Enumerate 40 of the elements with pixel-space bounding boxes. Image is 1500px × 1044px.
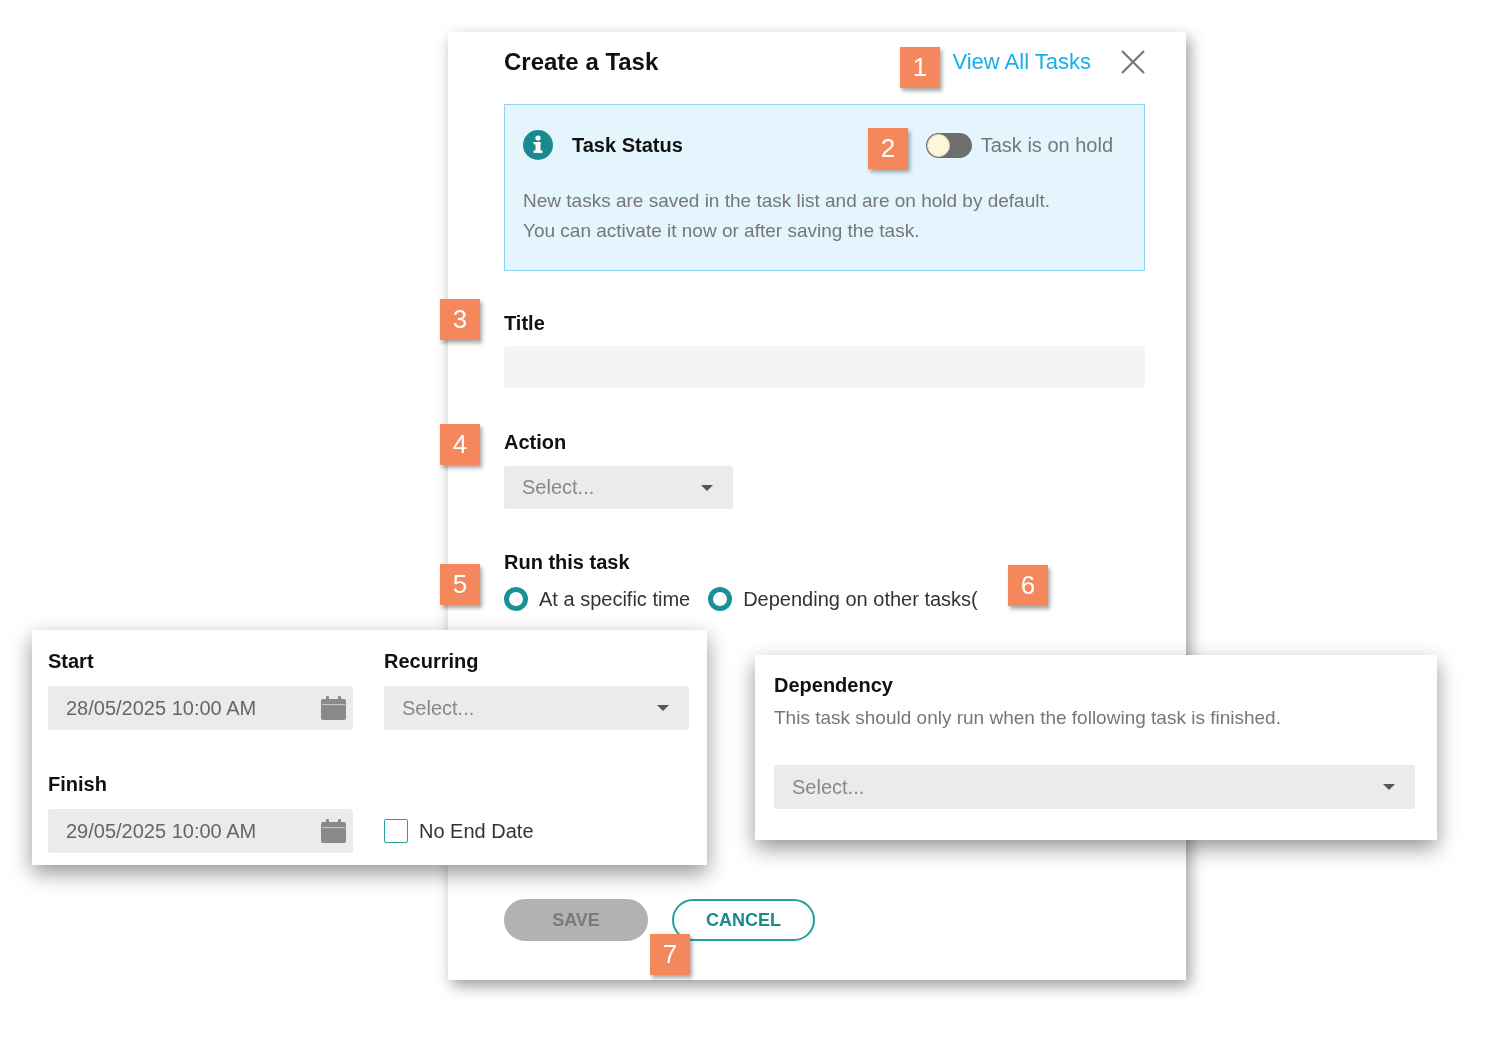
caret-icon: [701, 484, 713, 491]
callout-badge: 5: [440, 564, 480, 605]
dialog-title: Create a Task: [504, 48, 659, 76]
calendar-icon[interactable]: [321, 819, 346, 843]
radio-label[interactable]: At a specific time: [539, 587, 691, 611]
radio-label[interactable]: Depending on other tasks(: [743, 587, 978, 611]
field-label: Title: [504, 311, 545, 335]
panel-description: This task should only run when the following task is finished.: [774, 707, 1281, 729]
dropdown[interactable]: Select...: [504, 466, 733, 509]
panel-title: Task Status: [572, 133, 683, 157]
field-label: Finish: [48, 772, 107, 796]
panel-title: Dependency: [774, 673, 893, 697]
date-field[interactable]: 29/05/2025 10:00 AM: [48, 809, 353, 853]
dropdown[interactable]: Select...: [384, 686, 689, 730]
callout-badge: 4: [440, 424, 480, 465]
toggle-label: Task is on hold: [980, 133, 1113, 157]
radio-button[interactable]: [708, 587, 733, 611]
checkbox-label[interactable]: No End Date: [419, 819, 534, 843]
radio-button[interactable]: [504, 587, 528, 611]
field-label: Action: [504, 430, 567, 454]
calendar-icon[interactable]: [321, 696, 346, 720]
dropdown[interactable]: Select...: [774, 765, 1415, 809]
callout-badge: 1: [900, 47, 940, 88]
cancel-button[interactable]: CANCEL: [672, 899, 815, 941]
callout-badge: 7: [650, 934, 690, 975]
caret-icon: [657, 705, 669, 711]
info-icon: [523, 130, 553, 160]
toggle-switch[interactable]: [925, 132, 972, 158]
callout-badge: 3: [440, 299, 480, 340]
caret-icon: [1383, 784, 1395, 790]
close-icon[interactable]: [1121, 50, 1145, 74]
checkbox[interactable]: [384, 819, 408, 843]
field-label: Start: [48, 649, 94, 673]
field-label: Run this task: [504, 550, 630, 574]
callout-badge: 6: [1008, 565, 1048, 606]
field-label: Recurring: [384, 649, 479, 673]
view-all-tasks-link[interactable]: View All Tasks: [952, 49, 1091, 75]
info-text: New tasks are saved in the task list and are on hold by default. You can activate it now or after saving the task.: [523, 189, 1051, 243]
callout-badge: 2: [868, 128, 908, 169]
date-field[interactable]: 28/05/2025 10:00 AM: [48, 686, 353, 730]
